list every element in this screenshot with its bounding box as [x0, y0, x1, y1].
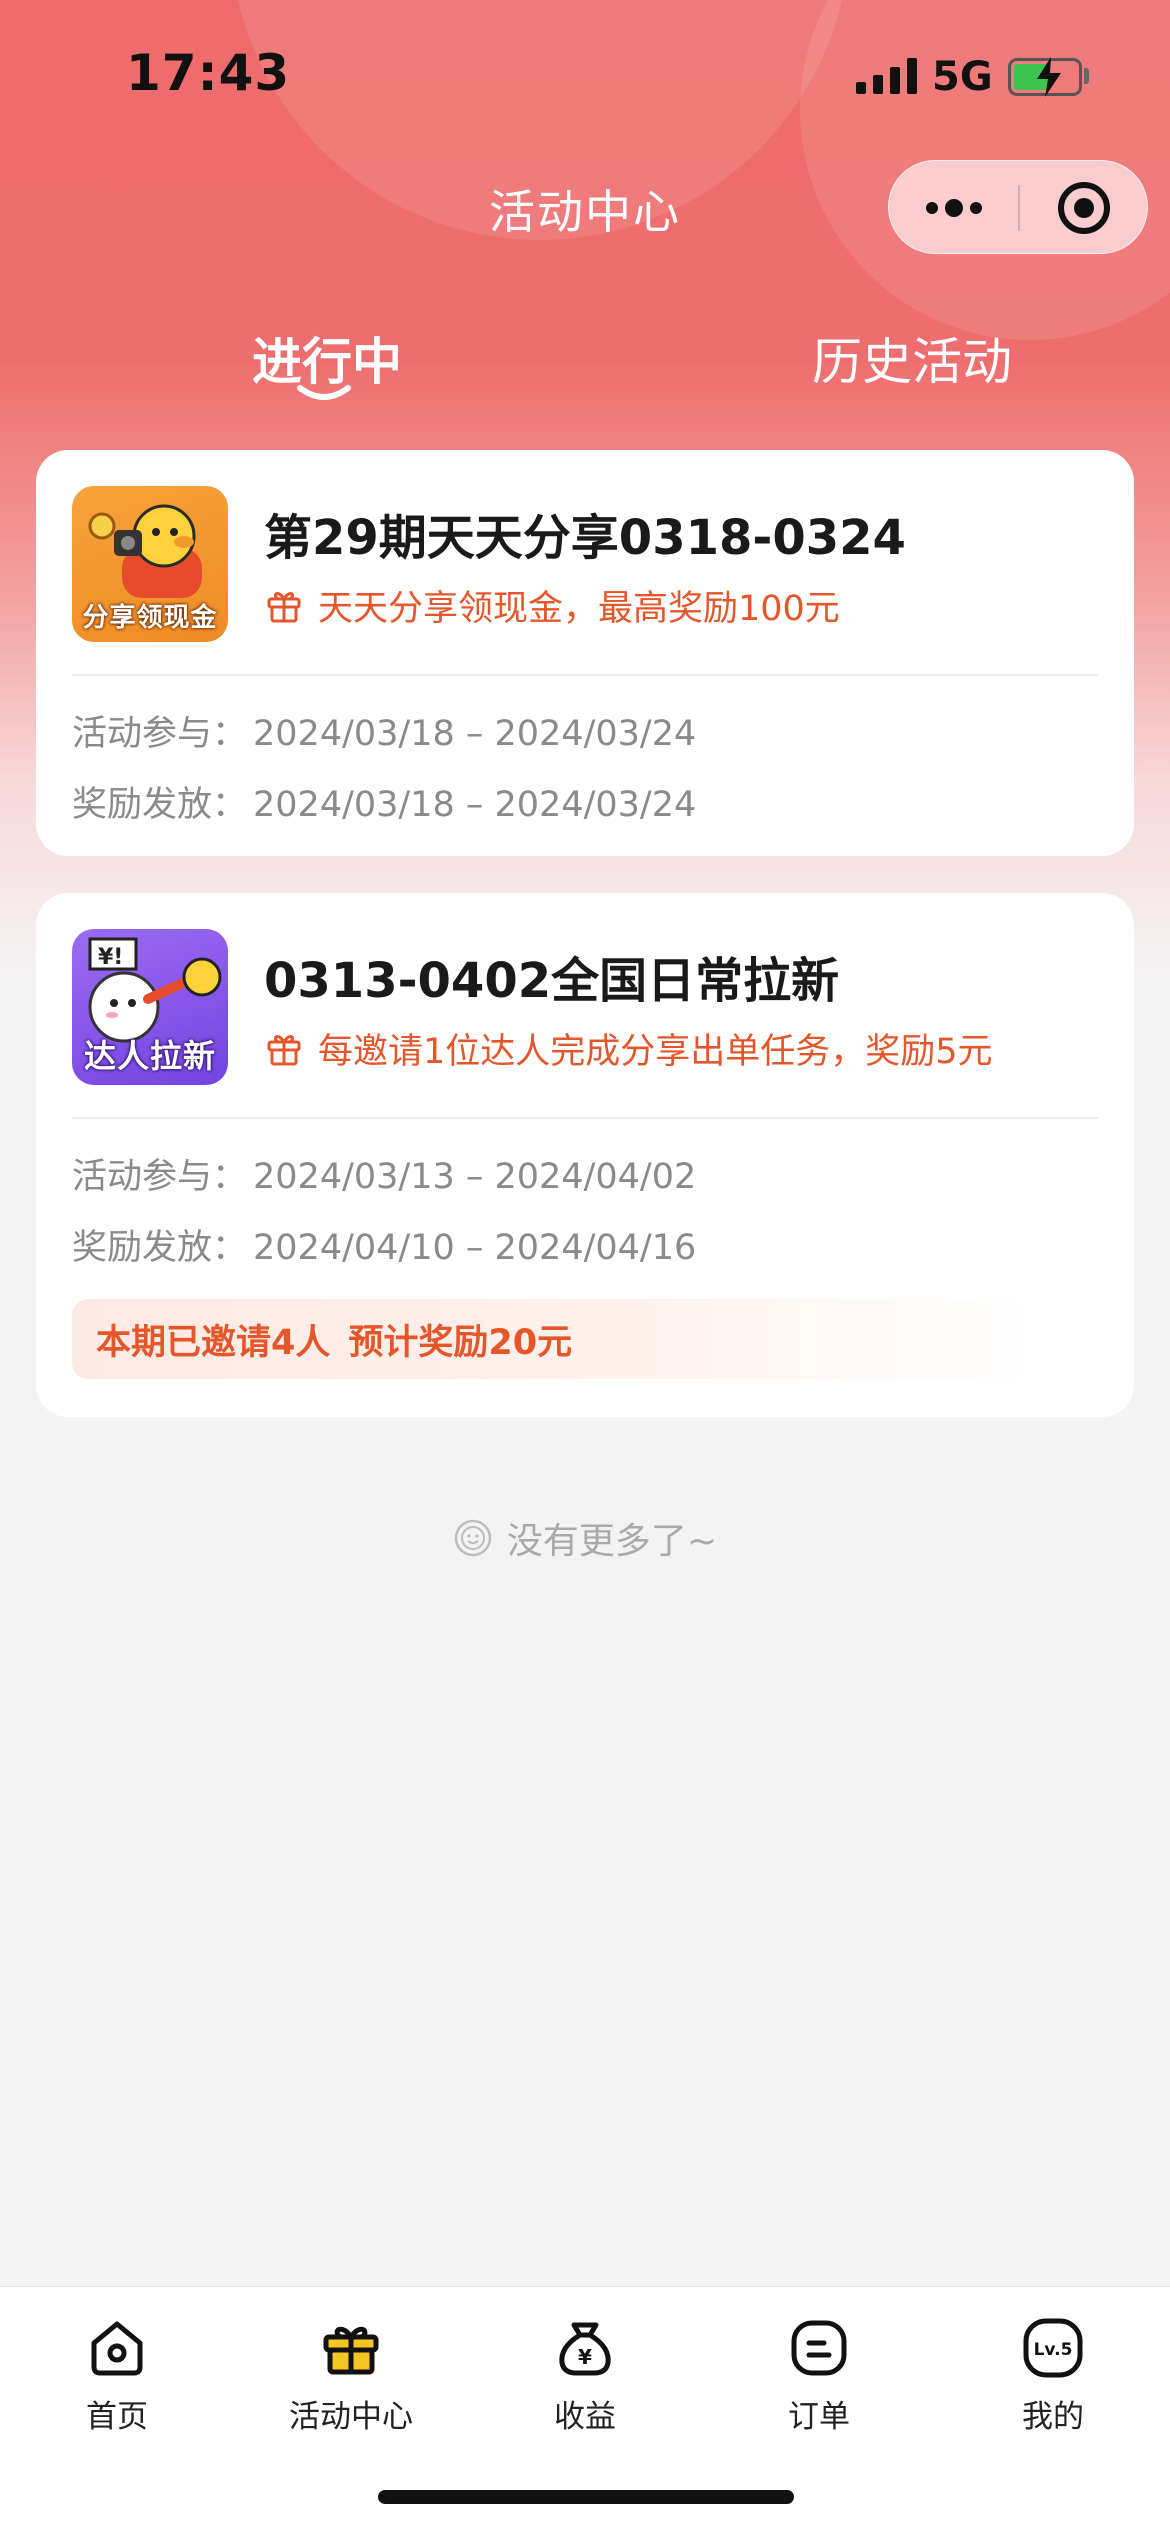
tabbar-item-home[interactable]: 首页: [17, 2313, 217, 2436]
target-icon: [1058, 182, 1110, 234]
participate-range: 2024/03/13 – 2024/04/02: [253, 1157, 697, 1197]
tabbar-item-mine[interactable]: Lv.5 我的: [953, 2313, 1153, 2436]
payout-range: 2024/03/18 – 2024/03/24: [253, 785, 697, 825]
payout-period: 奖励发放： 2024/04/10 – 2024/04/16: [72, 1219, 696, 1270]
tabbar-item-orders[interactable]: 订单: [719, 2313, 919, 2436]
participate-label: 活动参与：: [72, 714, 248, 754]
signal-icon: [856, 58, 917, 94]
participate-period: 活动参与： 2024/03/13 – 2024/04/02: [72, 1148, 696, 1199]
reward-line: 天天分享领现金，最高奖励100元: [264, 582, 840, 629]
activity-card[interactable]: ¥! 达人拉新 0313-0402全国日常拉新 每邀请1位达人完成分享出单任务，…: [36, 893, 1134, 1417]
home-icon: [91, 2321, 143, 2376]
more-dot-icon: [970, 202, 982, 214]
gift-icon: [267, 592, 301, 623]
thumbnail-label: 分享领现金: [82, 603, 218, 633]
reward-line: 每邀请1位达人完成分享出单任务，奖励5元: [264, 1025, 993, 1072]
expected-reward-text: 预计奖励20元: [348, 1322, 573, 1363]
payout-label: 奖励发放：: [72, 1228, 248, 1268]
invite-summary-banner: 本期已邀请4人 预计奖励20元: [72, 1299, 1032, 1379]
tabbar-label: 订单: [788, 2399, 850, 2435]
thumbnail-label: 达人拉新: [83, 1037, 216, 1075]
battery-icon: [1008, 57, 1082, 97]
tabbar-label: 我的: [1022, 2399, 1084, 2435]
reward-text: 每邀请1位达人完成分享出单任务，奖励5元: [318, 1031, 993, 1072]
level-badge-icon: Lv.5: [1023, 2318, 1083, 2378]
gift-icon: [267, 1035, 301, 1066]
network-label: 5G: [932, 54, 993, 100]
payout-range: 2024/04/10 – 2024/04/16: [253, 1228, 697, 1268]
gift-icon: [323, 2326, 379, 2375]
activity-thumbnail: ¥! 达人拉新: [72, 929, 228, 1085]
tabbar-label: 首页: [86, 2399, 148, 2435]
activity-thumbnail: 分享领现金: [72, 486, 228, 642]
battery-nub: [1084, 68, 1089, 84]
invited-count-text: 本期已邀请4人: [96, 1322, 331, 1363]
mascot-icon: [88, 504, 202, 598]
svg-text:¥: ¥: [578, 2345, 592, 2369]
payout-label: 奖励发放：: [72, 785, 248, 825]
card-divider: [72, 674, 1098, 676]
order-icon: [791, 2320, 847, 2376]
money-bag-icon: ¥: [559, 2322, 611, 2376]
tabbar-label: 活动中心: [289, 2399, 413, 2435]
more-dot-icon: [945, 199, 963, 217]
more-dot-icon: [926, 202, 938, 214]
smile-face-icon: [454, 1519, 492, 1557]
payout-period: 奖励发放： 2024/03/18 – 2024/03/24: [72, 776, 696, 827]
list-end-indicator: 没有更多了~: [0, 1512, 1170, 1564]
tab-active-indicator: [297, 385, 351, 400]
activity-title: 第29期天天分享0318-0324: [264, 510, 906, 566]
svg-text:¥!: ¥!: [98, 945, 123, 970]
more-button[interactable]: [889, 161, 1019, 255]
participate-range: 2024/03/18 – 2024/03/24: [253, 714, 697, 754]
card-divider: [72, 1117, 1098, 1119]
tabbar-item-activity-center[interactable]: 活动中心: [251, 2313, 451, 2436]
home-indicator[interactable]: [378, 2490, 794, 2504]
mini-program-capsule: [888, 160, 1148, 254]
participate-period: 活动参与： 2024/03/18 – 2024/03/24: [72, 705, 696, 756]
level-badge-text: Lv.5: [1034, 2340, 1073, 2360]
activity-card[interactable]: 分享领现金 第29期天天分享0318-0324 天天分享领现金，最高奖励100元…: [36, 450, 1134, 856]
tab-history[interactable]: 历史活动: [812, 322, 1012, 394]
reward-text: 天天分享领现金，最高奖励100元: [318, 588, 840, 629]
tabbar-label: 收益: [554, 2399, 616, 2435]
status-time: 17:43: [126, 44, 291, 102]
activity-title: 0313-0402全国日常拉新: [264, 953, 840, 1009]
participate-label: 活动参与：: [72, 1157, 248, 1197]
status-bar: 17:43 5G: [0, 0, 1170, 150]
list-end-text: 没有更多了~: [506, 1521, 718, 1562]
tabbar-item-income[interactable]: ¥ 收益: [485, 2313, 685, 2436]
close-button[interactable]: [1019, 161, 1149, 255]
